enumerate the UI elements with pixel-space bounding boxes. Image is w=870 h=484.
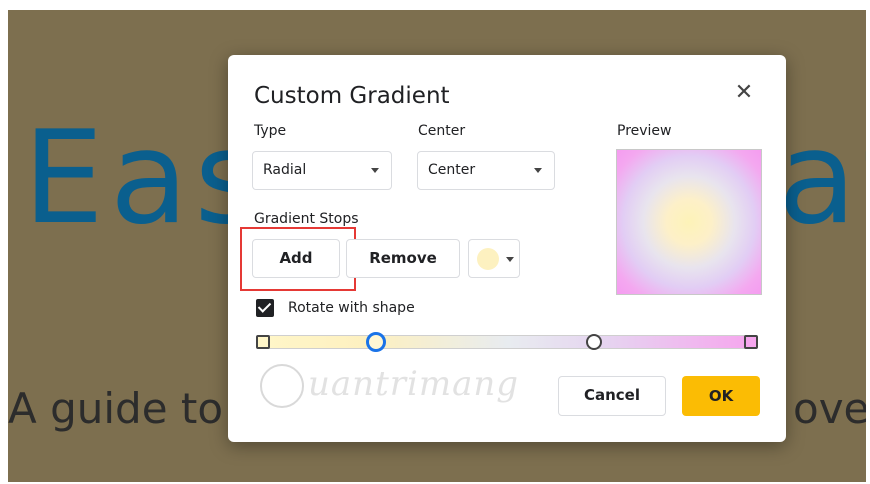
type-select[interactable]: Radial [252,151,392,190]
type-label: Type [254,123,287,139]
dialog-title: Custom Gradient [254,83,450,109]
type-select-value: Radial [263,162,307,178]
chevron-down-icon [506,257,514,262]
watermark-logo: uantrimang [260,358,560,418]
close-icon[interactable]: ✕ [733,81,755,103]
slide-title-fragment-right: at [778,104,866,253]
add-button[interactable]: Add [252,239,340,278]
chevron-down-icon [534,168,542,173]
stop-color-swatch [477,248,499,270]
lightbulb-icon [260,364,304,408]
center-select-value: Center [428,162,476,178]
gradient-stops-label: Gradient Stops [254,211,359,227]
rotate-with-shape-label: Rotate with shape [288,300,415,316]
remove-button[interactable]: Remove [346,239,460,278]
gradient-stop-selected-handle[interactable] [366,332,386,352]
stop-color-picker[interactable] [468,239,520,278]
ok-button[interactable]: OK [682,376,760,416]
gradient-preview [616,149,762,295]
center-select[interactable]: Center [417,151,555,190]
cancel-button[interactable]: Cancel [558,376,666,416]
watermark-text: uantrimang [308,364,520,404]
checkmark-icon [257,299,272,313]
gradient-stop-handle[interactable] [586,334,602,350]
slide-subtitle-fragment-left: A guide to [8,384,224,433]
custom-gradient-dialog: Custom Gradient ✕ Type Radial Center Cen… [228,55,786,442]
rotate-with-shape-checkbox[interactable] [256,299,274,317]
slide-subtitle-fragment-right: ove i [793,384,866,433]
center-label: Center [418,123,466,139]
gradient-stop-start-handle[interactable] [256,335,270,349]
chevron-down-icon [371,168,379,173]
preview-label: Preview [617,123,672,139]
gradient-stop-end-handle[interactable] [744,335,758,349]
gradient-stops-bar[interactable] [264,335,752,349]
